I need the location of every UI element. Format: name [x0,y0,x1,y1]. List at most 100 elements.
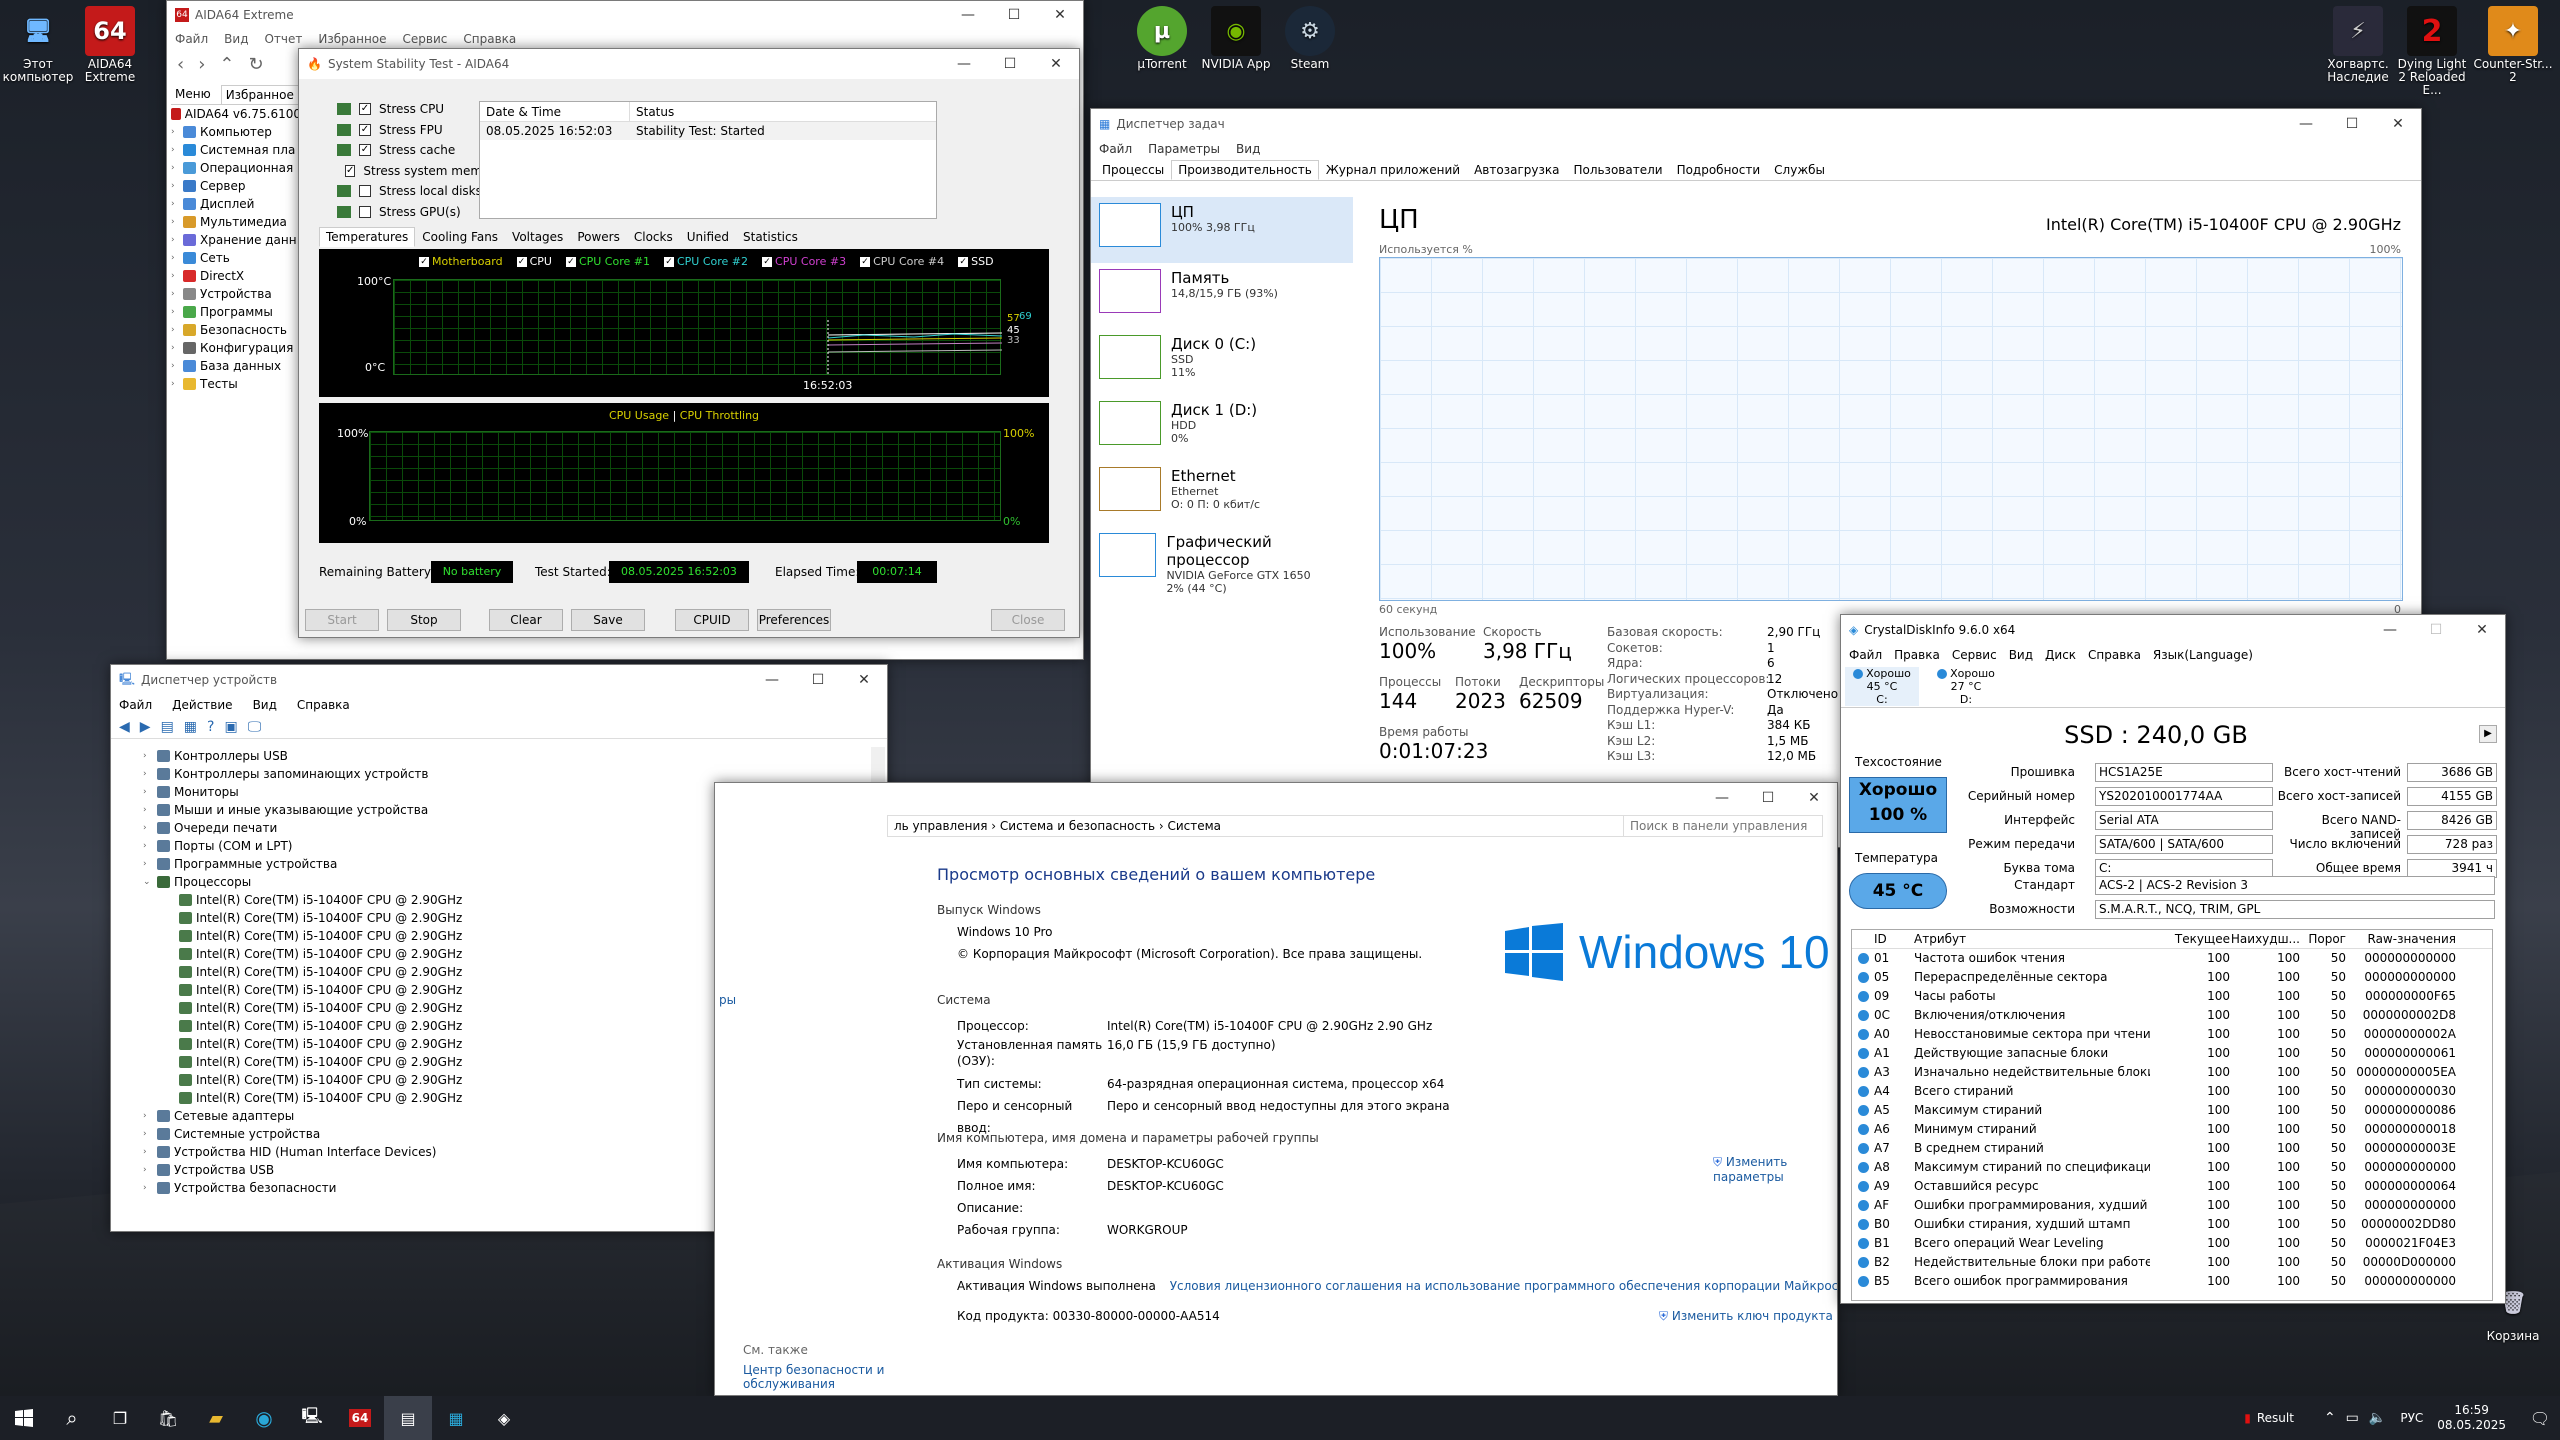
expand-icon[interactable]: › [143,1161,153,1179]
menu-view[interactable]: Вид [224,32,248,46]
attr-header[interactable]: ID [1874,930,1914,948]
expand-icon[interactable]: › [143,765,153,783]
stress-checkbox[interactable]: ✓ [359,123,371,136]
desktop-icon-hogwarts[interactable]: ⚡ Хогвартс. Наследие [2320,6,2396,84]
start-button[interactable] [0,1396,48,1440]
minimize-button[interactable]: — [749,665,795,695]
tm-resource-item[interactable]: Диск 1 (D:) HDD 0% [1091,395,1353,461]
maximize-button[interactable]: ☐ [795,665,841,695]
legend-item[interactable]: ✓ CPU Core #3 [762,255,846,268]
tm-resource-item[interactable]: Память 14,8/15,9 ГБ (93%) [1091,263,1353,329]
chevron-up-icon[interactable]: ⌃ [2324,1410,2336,1426]
tm-tab[interactable]: Производительность [1171,160,1319,180]
attr-header[interactable]: Наихудш... [2230,930,2300,948]
cdi-menu-item[interactable]: Справка [2088,648,2141,662]
sensor-tab[interactable]: Statistics [736,227,805,247]
update-icon[interactable]: ▦ [184,719,197,735]
aida-tree-item[interactable]: › Дисплей [171,195,301,213]
aida-tree-item[interactable]: › Сервер [171,177,301,195]
menu-help[interactable]: Справка [297,698,350,712]
minimize-button[interactable]: — [941,49,987,79]
legend-checkbox[interactable]: ✓ [419,256,429,267]
menu-view[interactable]: Вид [253,698,277,712]
menu-favorites[interactable]: Избранное [318,32,386,46]
desktop-icon-this-pc[interactable]: 🖥 Этот компьютер [0,6,76,84]
attr-row[interactable]: A9 Оставшийся ресурс 100 100 50 000000000064 [1852,1177,2492,1196]
attr-header[interactable]: Атрибут [1914,930,2150,948]
stress-option[interactable]: ✓ Stress system memory [337,161,501,182]
tm-tab[interactable]: Журнал приложений [1319,160,1467,180]
attr-row[interactable]: B2 Недействительные блоки при работе 100 10… [1852,1253,2492,1272]
maximize-button[interactable]: ☐ [2413,615,2459,645]
aida-tree-item[interactable]: › База данных [171,357,301,375]
task-manager-taskbar-icon[interactable]: ▦ [432,1396,480,1440]
legend-checkbox[interactable]: ✓ [860,256,871,267]
stress-option[interactable]: Stress GPU(s) [337,202,497,223]
legend-checkbox[interactable]: ✓ [663,256,674,267]
stress-checkbox[interactable]: ✓ [359,103,371,116]
tm-tab[interactable]: Процессы [1095,160,1171,180]
close-button[interactable]: ✕ [1033,49,1079,79]
aida-tree-item[interactable]: › Программы [171,303,301,321]
maximize-button[interactable]: ☐ [1745,783,1791,813]
attr-row[interactable]: 05 Перераспределённые сектора 100 100 50 0000… [1852,968,2492,987]
expand-icon[interactable]: › [143,783,153,801]
attr-header[interactable]: Raw-значения [2346,930,2457,948]
menu-view[interactable]: Вид [1236,142,1260,156]
expand-icon[interactable]: › [171,231,179,249]
attr-header[interactable]: Текущее [2150,930,2230,948]
desktop-icon-utorrent[interactable]: µ µTorrent [1124,6,1200,71]
legend-item[interactable]: ✓ CPU Core #2 [663,255,748,268]
collapse-icon[interactable]: ⌄ [143,873,153,891]
sensor-tab[interactable]: Powers [570,227,627,247]
close-button[interactable]: ✕ [841,665,887,695]
minimize-button[interactable]: — [945,1,991,30]
maximize-button[interactable]: ☐ [2329,109,2375,139]
minimize-button[interactable]: — [1699,783,1745,813]
task-view-icon[interactable]: ❐ [96,1396,144,1440]
aida-tree-item[interactable]: › Конфигурация [171,339,301,357]
menu-file[interactable]: Файл [1099,142,1132,156]
attr-row[interactable]: AFОшибки программирования, худший шта...… [1852,1196,2492,1215]
cpuid-button[interactable]: CPUID [675,609,749,631]
stress-option[interactable]: ✓ Stress cache [337,140,497,161]
aida64-taskbar-icon[interactable]: 64 [336,1396,384,1440]
attr-row[interactable]: A3 Изначально недействительные блоки 100 10… [1852,1063,2492,1082]
up-icon[interactable]: ⌃ [219,54,234,75]
maximize-button[interactable]: ☐ [987,49,1033,79]
aida-tree-item[interactable]: › Безопасность [171,321,301,339]
tm-resource-item[interactable]: ЦП 100% 3,98 ГГц [1091,197,1353,263]
stop-button[interactable]: Stop [387,609,461,631]
maximize-button[interactable]: ☐ [991,1,1037,30]
monitor-icon[interactable]: 🖵 [248,719,262,735]
cdi-menu-item[interactable]: Сервис [1952,648,1997,662]
sensor-tab[interactable]: Voltages [505,227,570,247]
volume-icon[interactable]: 🔈 [2369,1410,2386,1426]
menu-help[interactable]: Справка [463,32,516,46]
aida-tree-item[interactable]: › Мультимедиа [171,213,301,231]
expand-icon[interactable]: › [171,177,179,195]
store-icon[interactable]: 🛍 [144,1396,192,1440]
aida-tree-item[interactable]: › Сеть [171,249,301,267]
attr-row[interactable]: A8 Максимум стираний по спецификации 100 10… [1852,1158,2492,1177]
legend-checkbox[interactable]: ✓ [958,256,969,267]
drive-tab[interactable]: Хорошо 45 °C C: [1845,667,1919,706]
tm-tab[interactable]: Автозагрузка [1467,160,1566,180]
expand-icon[interactable]: › [171,321,179,339]
attr-row[interactable]: B0 Ошибки стирания, худший штамп 100 100 50 0… [1852,1215,2492,1234]
expand-icon[interactable]: › [171,213,179,231]
expand-icon[interactable]: › [143,819,153,837]
explorer-icon[interactable]: ▰ [192,1396,240,1440]
expand-icon[interactable]: › [143,837,153,855]
stress-checkbox[interactable] [359,205,371,218]
close-button[interactable]: ✕ [1791,783,1837,813]
aida-tree-item[interactable]: › Системная пла [171,141,301,159]
start-button[interactable]: Start [305,609,379,631]
language-indicator[interactable]: РУС [2400,1411,2423,1425]
device-manager-taskbar-icon[interactable]: 🖳 [288,1396,336,1440]
drive-tab[interactable]: Хорошо 27 °C D: [1929,667,2003,706]
attr-row[interactable]: A1 Действующие запасные блоки 100 100 50 0000… [1852,1044,2492,1063]
attr-row[interactable]: B1 Всего операций Wear Leveling 100 100 50 00… [1852,1234,2492,1253]
attr-row[interactable]: A4 Всего стираний 100 100 50 000000000030 [1852,1082,2492,1101]
attr-row[interactable]: B5 Всего ошибок программирования 100 100 50 0… [1852,1272,2492,1291]
